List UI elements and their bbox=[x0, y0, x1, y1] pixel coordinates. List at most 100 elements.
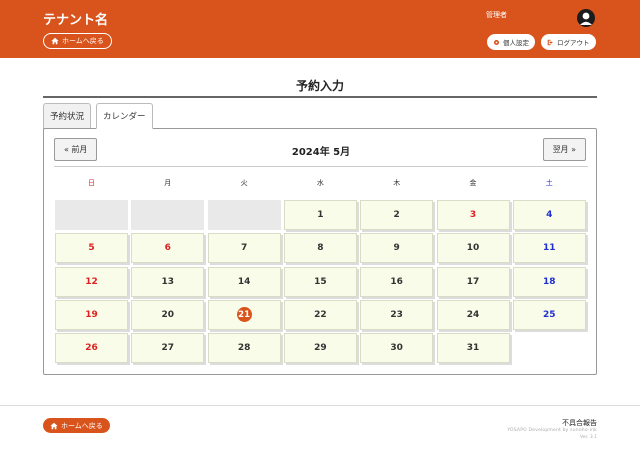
day-number: 11 bbox=[543, 243, 556, 254]
day-number: 31 bbox=[466, 343, 480, 354]
calendar-empty-cell bbox=[207, 200, 281, 230]
day-number: 10 bbox=[466, 243, 480, 254]
calendar-day-cell[interactable]: 12 bbox=[55, 266, 128, 297]
logout-label: ログアウト bbox=[557, 39, 590, 47]
day-number: 14 bbox=[237, 276, 251, 287]
next-month-button[interactable]: 翌月 » bbox=[542, 138, 586, 161]
footer-home-label: ホームへ戻る bbox=[61, 421, 103, 430]
user-role: 管理者 bbox=[486, 11, 507, 19]
calendar-day-cell[interactable]: 15 bbox=[283, 266, 357, 297]
calendar-day-cell[interactable]: 14 bbox=[207, 266, 281, 297]
day-number: 8 bbox=[317, 243, 324, 254]
day-number: 13 bbox=[161, 276, 175, 287]
gear-icon bbox=[493, 39, 500, 45]
title-divider bbox=[43, 96, 597, 98]
calendar-day-cell[interactable]: 3 bbox=[436, 200, 510, 230]
calendar-day-cell[interactable]: 7 bbox=[207, 233, 281, 264]
day-number: 15 bbox=[314, 276, 327, 287]
logout-button[interactable]: ログアウト bbox=[541, 34, 596, 50]
calendar-divider bbox=[54, 166, 588, 167]
calendar-day-cell[interactable]: 25 bbox=[512, 299, 586, 330]
calendar-day-cell[interactable]: 8 bbox=[283, 233, 357, 264]
page-title: 予約入力 bbox=[295, 79, 344, 93]
app-header: テナント名 ホームへ戻る 管理者 個人設定 ログアウト bbox=[0, 0, 640, 58]
user-avatar-icon[interactable] bbox=[577, 9, 595, 27]
day-number: 26 bbox=[85, 343, 98, 354]
day-number: 20 bbox=[161, 309, 175, 320]
home-icon bbox=[51, 37, 59, 45]
header-home-label: ホームへ戻る bbox=[62, 37, 104, 45]
calendar-day-cell[interactable]: 30 bbox=[360, 333, 434, 364]
calendar-panel: « 前月 2024年 5月 翌月 » 日月火水木金土 1 2 3 4 5 6 7 8 9 10 11… bbox=[43, 128, 597, 375]
day-number: 7 bbox=[240, 243, 248, 254]
day-number: 17 bbox=[466, 276, 480, 287]
footer-divider bbox=[0, 405, 640, 406]
calendar-day-cell[interactable]: 4 bbox=[512, 200, 586, 230]
day-number: 9 bbox=[393, 243, 400, 254]
logout-icon bbox=[547, 39, 553, 45]
calendar-day-cell[interactable]: 2 bbox=[360, 200, 434, 230]
home-icon bbox=[50, 422, 58, 429]
weekday-header: 土 bbox=[545, 179, 553, 187]
day-number: 23 bbox=[390, 309, 403, 320]
settings-label: 個人設定 bbox=[503, 39, 529, 47]
day-number: 4 bbox=[546, 210, 553, 220]
calendar-day-cell[interactable]: 21 bbox=[207, 299, 281, 330]
weekday-header: 火 bbox=[240, 179, 248, 187]
day-number: 6 bbox=[164, 243, 171, 254]
weekday-header: 日 bbox=[88, 179, 95, 187]
calendar-day-cell[interactable]: 27 bbox=[131, 333, 205, 364]
calendar-day-cell[interactable]: 23 bbox=[360, 299, 434, 330]
calendar-day-cell[interactable]: 17 bbox=[436, 266, 510, 297]
weekday-header: 金 bbox=[469, 179, 477, 187]
day-number: 3 bbox=[469, 210, 477, 220]
dev-credit: YOSAPO Development by sunoho-ink bbox=[507, 428, 597, 433]
calendar-day-cell[interactable]: 6 bbox=[131, 233, 205, 264]
weekday-header: 木 bbox=[393, 179, 401, 187]
day-number: 28 bbox=[237, 343, 251, 354]
calendar-day-cell[interactable]: 18 bbox=[512, 266, 586, 297]
calendar-day-cell[interactable]: 10 bbox=[436, 233, 510, 264]
calendar-day-cell[interactable]: 19 bbox=[55, 299, 128, 330]
header-home-button[interactable]: ホームへ戻る bbox=[43, 33, 112, 49]
tab-calendar[interactable]: カレンダー bbox=[96, 103, 153, 129]
tenant-name: テナント名 bbox=[43, 13, 109, 28]
day-number: 29 bbox=[314, 343, 327, 354]
day-number: 27 bbox=[161, 343, 175, 354]
calendar-day-cell[interactable]: 5 bbox=[55, 233, 128, 264]
day-number: 22 bbox=[314, 309, 327, 320]
day-number: 5 bbox=[88, 243, 95, 254]
month-title: 2024年 5月 bbox=[291, 147, 351, 158]
tab-reservation-status[interactable]: 予約状況 bbox=[43, 103, 92, 129]
calendar-day-cell[interactable]: 20 bbox=[131, 299, 205, 330]
calendar-empty-cell bbox=[131, 200, 205, 230]
calendar-day-cell[interactable]: 16 bbox=[360, 266, 434, 297]
calendar-day-cell[interactable]: 9 bbox=[360, 233, 434, 264]
footer-home-button[interactable]: ホームへ戻る bbox=[43, 418, 110, 433]
day-number: 16 bbox=[390, 276, 403, 287]
day-number: 2 bbox=[393, 210, 400, 220]
calendar-day-cell[interactable]: 29 bbox=[283, 333, 357, 364]
weekday-header: 月 bbox=[164, 179, 172, 187]
calendar-day-cell[interactable]: 22 bbox=[283, 299, 357, 330]
settings-button[interactable]: 個人設定 bbox=[487, 34, 535, 50]
calendar-day-cell[interactable]: 11 bbox=[512, 233, 586, 264]
bug-report-link[interactable]: 不具合報告 bbox=[562, 418, 597, 428]
today-marker: 21 bbox=[236, 307, 252, 323]
calendar-empty-cell bbox=[55, 200, 128, 230]
calendar-day-cell[interactable]: 13 bbox=[131, 266, 205, 297]
day-number: 24 bbox=[466, 309, 480, 320]
day-number: 19 bbox=[85, 309, 98, 320]
day-number: 25 bbox=[543, 309, 556, 320]
calendar-day-cell[interactable]: 1 bbox=[283, 200, 357, 230]
weekday-header: 水 bbox=[316, 179, 324, 187]
day-number: 18 bbox=[543, 276, 556, 287]
day-number: 12 bbox=[85, 276, 98, 287]
day-number: 1 bbox=[317, 210, 324, 220]
day-number: 30 bbox=[390, 343, 403, 354]
calendar-day-cell[interactable]: 31 bbox=[436, 333, 510, 364]
version-text: Ver. 3.1 bbox=[580, 435, 597, 440]
calendar-day-cell[interactable]: 28 bbox=[207, 333, 281, 364]
calendar-day-cell[interactable]: 24 bbox=[436, 299, 510, 330]
calendar-day-cell[interactable]: 26 bbox=[55, 333, 128, 364]
